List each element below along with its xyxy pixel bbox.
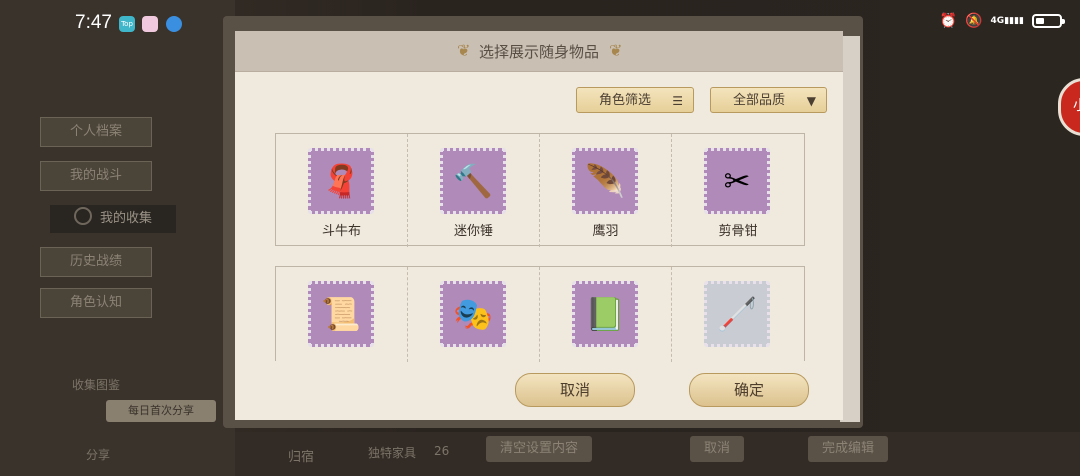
wheat-right-icon: ❦	[609, 41, 623, 60]
bg-cancel-button[interactable]: 取消	[690, 436, 745, 462]
item-label: 迷你锤	[453, 224, 493, 239]
item-stamp: 🧣	[308, 148, 374, 214]
item-stamp: 📜	[308, 281, 374, 347]
cane-icon: 🦯	[717, 295, 757, 333]
network-label: 4G	[990, 16, 1005, 26]
battery-icon	[1032, 14, 1065, 28]
item-label: 鹰羽	[592, 224, 619, 239]
menu-profile[interactable]: 个人档案	[40, 117, 152, 147]
dorm-label[interactable]: 归宿	[288, 446, 314, 465]
item-slot-green-book[interactable]: 📗	[540, 267, 672, 362]
unique-furniture-label: 独特家具	[368, 446, 417, 460]
quality-filter-label: 全部品质	[733, 93, 786, 108]
share-label[interactable]: 分享	[86, 446, 110, 463]
list-icon: ☰	[672, 94, 683, 108]
item-row-2: 📜 🎭 📗 🦯	[275, 266, 805, 362]
bottom-bar	[235, 432, 1080, 476]
item-slot-mask[interactable]: 🎭	[408, 267, 540, 362]
clear-settings-button[interactable]: 清空设置内容	[486, 436, 593, 462]
right-panel	[880, 0, 1080, 476]
eagle-feather-icon: 🪶	[585, 162, 625, 200]
signal-4g-icon: 4G▮▮▮▮	[990, 16, 1024, 26]
item-stamp: 🪶	[572, 148, 638, 214]
mask-icon: 🎭	[453, 295, 493, 333]
menu-role-knowledge[interactable]: 角色认知	[40, 288, 152, 318]
status-right: ⏰ 🔕 4G▮▮▮▮	[939, 13, 1065, 29]
side-float-label: 小	[1073, 95, 1080, 115]
furniture-count: 26	[434, 444, 450, 458]
menu-history[interactable]: 历史战绩	[40, 247, 152, 277]
item-slot-mini-hammer[interactable]: 🔨 迷你锤	[408, 134, 540, 247]
item-label: 斗牛布	[321, 224, 361, 239]
alarm-icon: ⏰	[939, 13, 958, 29]
chevron-down-icon: ▼	[806, 94, 816, 108]
top-app-label: Top	[121, 20, 133, 28]
collection-guide-label[interactable]: 收集图鉴	[72, 376, 120, 393]
mini-hammer-icon: 🔨	[453, 162, 493, 200]
finish-edit-button[interactable]: 完成编辑	[808, 436, 889, 462]
modal-page-edge	[840, 36, 860, 422]
confirm-button[interactable]: 确定	[689, 373, 809, 407]
scroll-icon: 📜	[321, 295, 361, 333]
menu-my-battles[interactable]: 我的战斗	[40, 161, 152, 191]
item-slot-eagle-feather[interactable]: 🪶 鹰羽	[540, 134, 672, 247]
item-slot-bullfight-cape[interactable]: 🧣 斗牛布	[276, 134, 408, 247]
menu-my-collection[interactable]: 我的收集	[50, 205, 176, 233]
item-stamp: 📗	[572, 281, 638, 347]
dialog-title: 选择展示随身物品	[478, 43, 599, 61]
item-slot-cane[interactable]: 🦯	[672, 267, 804, 362]
item-slot-scroll[interactable]: 📜	[276, 267, 408, 362]
menu-my-collection-label: 我的收集	[99, 211, 152, 226]
item-stamp: ✂	[704, 148, 770, 214]
shield-icon	[73, 207, 92, 225]
cancel-button[interactable]: 取消	[515, 373, 635, 407]
bone-pliers-icon: ✂	[723, 162, 751, 200]
item-slot-bone-pliers[interactable]: ✂ 剪骨钳	[672, 134, 804, 247]
red-cape-icon: 🧣	[321, 162, 361, 200]
dialog-header: ❦ 选择展示随身物品 ❦	[235, 31, 843, 72]
item-grid: 🧣 斗牛布 🔨 迷你锤 🪶 鹰羽 ✂ 剪骨钳 📜 🎭 📗 🦯	[275, 133, 805, 362]
select-item-dialog: ❦ 选择展示随身物品 ❦ 角色筛选 ☰ 全部品质 ▼ 🧣 斗牛布 🔨 迷你锤 🪶…	[235, 31, 843, 420]
mute-icon: 🔕	[965, 13, 983, 29]
browser-app-icon	[166, 16, 182, 32]
item-stamp: 🦯	[704, 281, 770, 347]
quality-filter-dropdown[interactable]: 全部品质 ▼	[710, 87, 827, 113]
item-label: 剪骨钳	[718, 224, 758, 239]
top-app-icon: Top	[119, 16, 135, 32]
clock: 7:47	[75, 12, 112, 33]
green-book-icon: 📗	[585, 295, 625, 333]
item-stamp: 🎭	[440, 281, 506, 347]
flower-app-icon	[142, 16, 158, 32]
role-filter-label: 角色筛选	[599, 93, 652, 108]
item-row-1: 🧣 斗牛布 🔨 迷你锤 🪶 鹰羽 ✂ 剪骨钳	[275, 133, 805, 247]
daily-share-tag: 每日首次分享	[106, 400, 216, 422]
item-stamp: 🔨	[440, 148, 506, 214]
role-filter-button[interactable]: 角色筛选 ☰	[576, 87, 694, 113]
